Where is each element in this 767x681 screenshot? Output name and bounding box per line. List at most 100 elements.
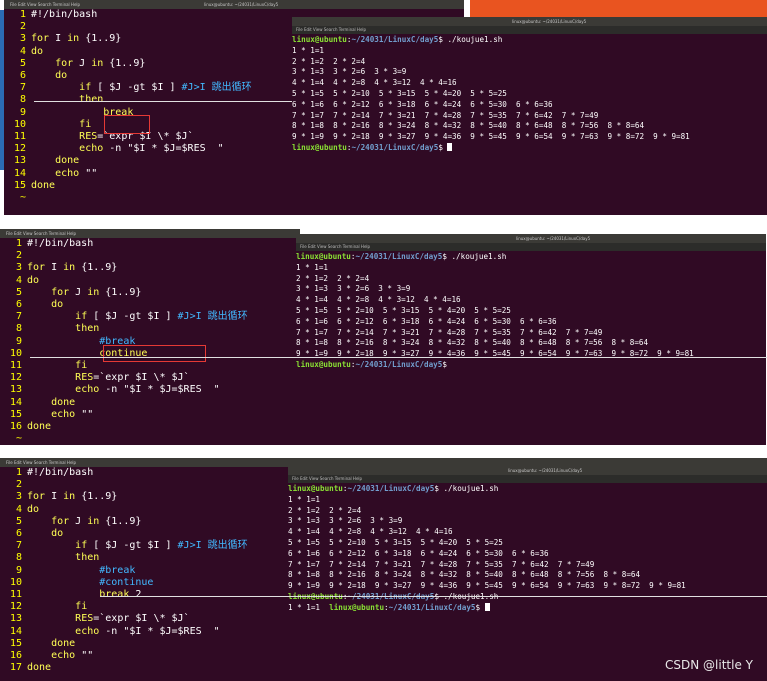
code-keyword: fi xyxy=(75,601,88,613)
prompt-path: ~/24031/LinuxC/day5 xyxy=(355,359,443,369)
code-keyword: echo xyxy=(51,408,76,420)
terminal-line: linux@ubuntu:~/24031/LinuxC/day5$ xyxy=(296,360,766,371)
line-number: 2 xyxy=(15,479,22,491)
terminal-menubar[interactable]: File Edit View Search Terminal Help xyxy=(292,26,767,34)
terminal-text: 3 * 1=3 3 * 2=6 3 * 3=9 xyxy=(288,516,403,526)
terminal-line: 7 * 1=7 7 * 2=14 7 * 3=21 7 * 4=28 7 * 5… xyxy=(288,560,767,571)
terminal-text: 7 * 1=7 7 * 2=14 7 * 3=21 7 * 4=28 7 * 5… xyxy=(292,110,599,120)
terminal-line: 6 * 1=6 6 * 2=12 6 * 3=18 6 * 4=24 6 * 5… xyxy=(292,100,767,111)
terminal-text: 4 * 1=4 4 * 2=8 4 * 3=12 4 * 4=16 xyxy=(288,527,453,537)
code-editor[interactable]: 1 #!/bin/bash 2 3 for I in {1..9} 4 do 5 for J … xyxy=(0,238,300,445)
code-keyword: done xyxy=(27,662,52,674)
line-number: 8 xyxy=(15,323,22,335)
prompt-user: linux@ubuntu xyxy=(296,359,351,369)
terminal-cursor xyxy=(484,602,490,611)
terminal-line: 4 * 1=4 4 * 2=8 4 * 3=12 4 * 4=16 xyxy=(296,295,766,306)
line-number: 13 xyxy=(13,155,26,167)
code-text: I xyxy=(45,491,64,503)
line-number: 11 xyxy=(9,589,22,601)
code-comment: #J>I 跳出循环 xyxy=(177,540,248,552)
terminal-command: ./koujue1.sh xyxy=(446,252,507,261)
line-number: 6 xyxy=(15,528,22,540)
terminal-menubar[interactable]: File Edit View Search Terminal Help xyxy=(288,475,767,483)
terminal-line: 2 * 1=2 2 * 2=4 xyxy=(292,57,767,68)
code-line: 12 RES=`expr $I \* $J` xyxy=(0,372,300,384)
editor-menubar[interactable]: File Edit View Search Terminal Help xyxy=(6,458,76,467)
line-number: 11 xyxy=(13,131,26,143)
code-line: 5 for J in {1..9} xyxy=(0,287,300,299)
code-comment: #J>I 跳出循环 xyxy=(177,311,248,323)
code-text: -n "$I * $J=$RES " xyxy=(99,625,220,637)
code-keyword: done xyxy=(27,421,52,433)
terminal-output[interactable]: linux@ubuntu:~/24031/LinuxC/day5$ ./kouj… xyxy=(296,252,766,371)
annotation-line xyxy=(100,596,767,597)
code-keyword: fi xyxy=(75,360,88,372)
terminal-line: 1 * 1=1 xyxy=(288,495,767,506)
csdn-watermark: CSDN @little Y xyxy=(665,658,753,672)
line-number: 12 xyxy=(13,143,26,155)
terminal-output[interactable]: linux@ubuntu:~/24031/LinuxC/day5$ ./kouj… xyxy=(288,484,767,614)
terminal-line: 7 * 1=7 7 * 2=14 7 * 3=21 7 * 4=28 7 * 5… xyxy=(296,328,766,339)
line-number: 17 xyxy=(9,662,22,674)
terminal-line: 5 * 1=5 5 * 2=10 5 * 3=15 5 * 4=20 5 * 5… xyxy=(288,538,767,549)
code-line: 3 for I in {1..9} xyxy=(0,262,300,274)
code-keyword: do xyxy=(31,45,44,57)
code-text: J xyxy=(73,57,92,69)
code-line: 6 do xyxy=(0,299,300,311)
terminal-menubar[interactable]: File Edit View Search Terminal Help xyxy=(296,243,766,251)
editor-menubar[interactable]: File Edit View Search Terminal Help xyxy=(6,229,76,238)
terminal-command: ./koujue1.sh xyxy=(438,484,499,493)
line-number: 4 xyxy=(19,45,26,57)
line-number: 13 xyxy=(9,613,22,625)
terminal-text: 6 * 1=6 6 * 2=12 6 * 3=18 6 * 4=24 6 * 5… xyxy=(288,548,549,558)
annotation-line xyxy=(34,101,292,102)
code-text: {1..9} xyxy=(99,515,142,527)
prompt-user: linux@ubuntu xyxy=(292,35,347,44)
prompt-path: ~/24031/LinuxC/day5 xyxy=(388,602,476,612)
code-text: -n "$I * $J=$RES " xyxy=(103,143,224,155)
line-number: 14 xyxy=(9,625,22,637)
line-number: 2 xyxy=(19,21,26,33)
line-number: 7 xyxy=(15,311,22,323)
code-keyword: done xyxy=(55,155,80,167)
terminal-text: 8 * 1=8 8 * 2=16 8 * 3=24 8 * 4=32 8 * 5… xyxy=(296,338,649,348)
code-line: 4 do xyxy=(0,275,300,287)
terminal-titlebar: linux@ubuntu: ~/24031/LinuxC/day5 xyxy=(296,234,766,243)
terminal-text: 8 * 1=8 8 * 2=16 8 * 3=24 8 * 4=32 8 * 5… xyxy=(288,570,641,580)
terminal-command xyxy=(447,360,452,369)
terminal-text: 8 * 1=8 8 * 2=16 8 * 3=24 8 * 4=32 8 * 5… xyxy=(292,121,645,131)
line-number: 16 xyxy=(9,650,22,662)
terminal-text: 2 * 1=2 2 * 2=4 xyxy=(288,505,362,515)
terminal-text: 3 * 1=3 3 * 2=6 3 * 3=9 xyxy=(296,284,411,294)
code-line: 15 echo "" xyxy=(0,409,300,421)
terminal-line: 9 * 1=9 9 * 2=18 9 * 3=27 9 * 4=36 9 * 5… xyxy=(288,581,767,592)
code-keyword: echo xyxy=(75,384,100,396)
editor-titlebar: File Edit View Search Terminal Help linu… xyxy=(4,0,464,9)
code-text: J xyxy=(69,515,88,527)
code-keyword: in xyxy=(63,262,76,274)
line-number: 8 xyxy=(15,552,22,564)
line-number: 3 xyxy=(19,33,26,45)
prompt-path: ~/24031/LinuxC/day5 xyxy=(351,35,439,44)
code-keyword: if xyxy=(75,540,88,552)
terminal-output[interactable]: linux@ubuntu:~/24031/LinuxC/day5$ ./kouj… xyxy=(292,35,767,154)
terminal-line: 6 * 1=6 6 * 2=12 6 * 3=18 6 * 4=24 6 * 5… xyxy=(296,317,766,328)
code-text: {1..9} xyxy=(75,262,118,274)
line-number: 8 xyxy=(19,94,26,106)
screenshot-panel-2: File Edit View Search Terminal Help 1 #!/… xyxy=(0,229,767,445)
line-number: 9 xyxy=(19,106,26,118)
terminal-window-title: linux@ubuntu: ~/24031/LinuxC/day5 xyxy=(516,236,591,241)
editor-menubar[interactable]: File Edit View Search Terminal Help xyxy=(10,0,80,9)
code-keyword: echo xyxy=(79,143,104,155)
